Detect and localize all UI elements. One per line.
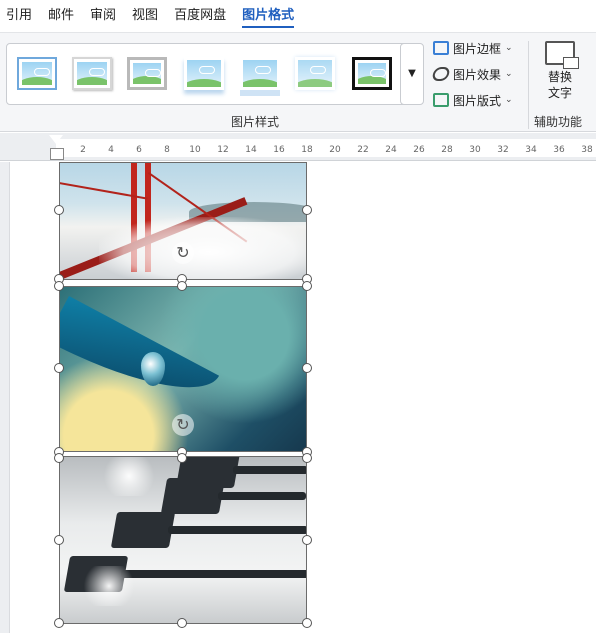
resize-handle[interactable]	[54, 363, 64, 373]
ruler-tick: 30	[469, 145, 481, 155]
page-margin-edge	[0, 162, 10, 633]
resize-handle[interactable]	[302, 618, 312, 628]
resize-handle[interactable]	[54, 205, 64, 215]
ruler-tick: 12	[217, 145, 229, 155]
ruler-tick: 38	[581, 145, 593, 155]
ribbon-panel: ▼ 图片样式 图片边框 ⌄ 图片效果 ⌄ 图片版式 ⌄ 替换 文字 辅助功能	[0, 32, 596, 159]
ribbon-tab-bar: 引用 邮件 审阅 视图 百度网盘 图片格式	[0, 0, 596, 32]
chevron-down-icon: ⌄	[505, 95, 513, 105]
water-splash	[79, 566, 139, 606]
indent-marker-handle[interactable]	[49, 135, 64, 160]
ruler-tick: 24	[385, 145, 397, 155]
picture-styles-gallery	[6, 43, 423, 105]
ruler-tick: 2	[80, 145, 86, 155]
chevron-down-icon: ⌄	[505, 69, 513, 79]
picture-border-label: 图片边框	[453, 41, 502, 56]
ruler-tick: 16	[273, 145, 285, 155]
picture-effects-label: 图片效果	[453, 67, 502, 82]
picture-style-7[interactable]	[352, 57, 392, 90]
picture-style-3[interactable]	[127, 57, 167, 90]
group-divider	[528, 41, 529, 129]
ruler-tick: 6	[136, 145, 142, 155]
alt-text-label-1: 替换	[547, 70, 572, 84]
water-splash	[99, 456, 159, 496]
tab-baidu-netdisk[interactable]: 百度网盘	[174, 0, 226, 32]
picture-style-4[interactable]	[184, 57, 224, 90]
tab-mailings[interactable]: 邮件	[48, 0, 74, 32]
resize-handle[interactable]	[177, 618, 187, 628]
resize-handle[interactable]	[54, 453, 64, 463]
leaf-shape	[59, 296, 220, 420]
ruler-tick: 20	[329, 145, 341, 155]
ruler-tick: 8	[164, 145, 170, 155]
ruler-tick: 22	[357, 145, 369, 155]
layout-icon	[433, 93, 449, 107]
resize-handle[interactable]	[54, 535, 64, 545]
tab-picture-format[interactable]: 图片格式	[242, 0, 295, 32]
picture-style-5[interactable]	[240, 57, 280, 90]
resize-handle[interactable]	[54, 618, 64, 628]
pen-border-icon	[433, 41, 449, 55]
resize-handle[interactable]	[302, 281, 312, 291]
picture-border-button[interactable]: 图片边框 ⌄	[433, 37, 513, 59]
ruler-tick: 4	[108, 145, 114, 155]
ruler-tick: 18	[301, 145, 313, 155]
picture-effects-button[interactable]: 图片效果 ⌄	[431, 63, 513, 85]
alt-text-label-2: 文字	[547, 86, 572, 100]
ruler-tick: 32	[497, 145, 509, 155]
ruler-track: 2 4 6 8 10 12 14 16 18 20 22 24 26 28 30…	[56, 139, 596, 157]
bridge-fog	[99, 217, 307, 280]
tab-view[interactable]: 视图	[132, 0, 158, 32]
ruler-tick: 28	[441, 145, 453, 155]
ruler-tick: 36	[553, 145, 565, 155]
ruler-tick: 26	[413, 145, 425, 155]
resize-handle[interactable]	[177, 281, 187, 291]
effects-icon	[431, 67, 451, 81]
picture-style-1[interactable]	[17, 57, 57, 90]
tab-review[interactable]: 审阅	[90, 0, 116, 32]
picture-style-6[interactable]	[295, 57, 335, 90]
ruler-tick: 14	[245, 145, 257, 155]
resize-handle[interactable]	[302, 205, 312, 215]
resize-handle[interactable]	[177, 453, 187, 463]
picture-layout-label: 图片版式	[453, 93, 502, 108]
picture-styles-group-label: 图片样式	[231, 115, 280, 129]
picture-layout-button[interactable]: 图片版式 ⌄	[433, 89, 513, 111]
picture-styles-more-button[interactable]: ▼	[400, 43, 424, 105]
picture-style-2[interactable]	[72, 57, 112, 90]
rotate-icon[interactable]: ↻	[172, 414, 194, 436]
resize-handle[interactable]	[54, 281, 64, 291]
accessibility-group-label: 辅助功能	[534, 115, 583, 129]
resize-handle[interactable]	[302, 363, 312, 373]
oars-photo[interactable]	[59, 456, 307, 624]
chevron-down-icon: ▼	[408, 68, 416, 79]
resize-handle[interactable]	[302, 453, 312, 463]
ruler-tick: 34	[525, 145, 537, 155]
horizontal-ruler: 2 4 6 8 10 12 14 16 18 20 22 24 26 28 30…	[0, 133, 596, 161]
tab-references[interactable]: 引用	[6, 0, 32, 32]
alt-text-icon	[545, 41, 579, 69]
rotate-icon[interactable]: ↻	[172, 242, 194, 264]
alt-text-button[interactable]: 替换 文字	[537, 41, 583, 101]
resize-handle[interactable]	[302, 535, 312, 545]
chevron-down-icon: ⌄	[505, 43, 513, 53]
document-canvas: ↻ ↻	[0, 162, 596, 633]
ruler-tick: 10	[189, 145, 201, 155]
